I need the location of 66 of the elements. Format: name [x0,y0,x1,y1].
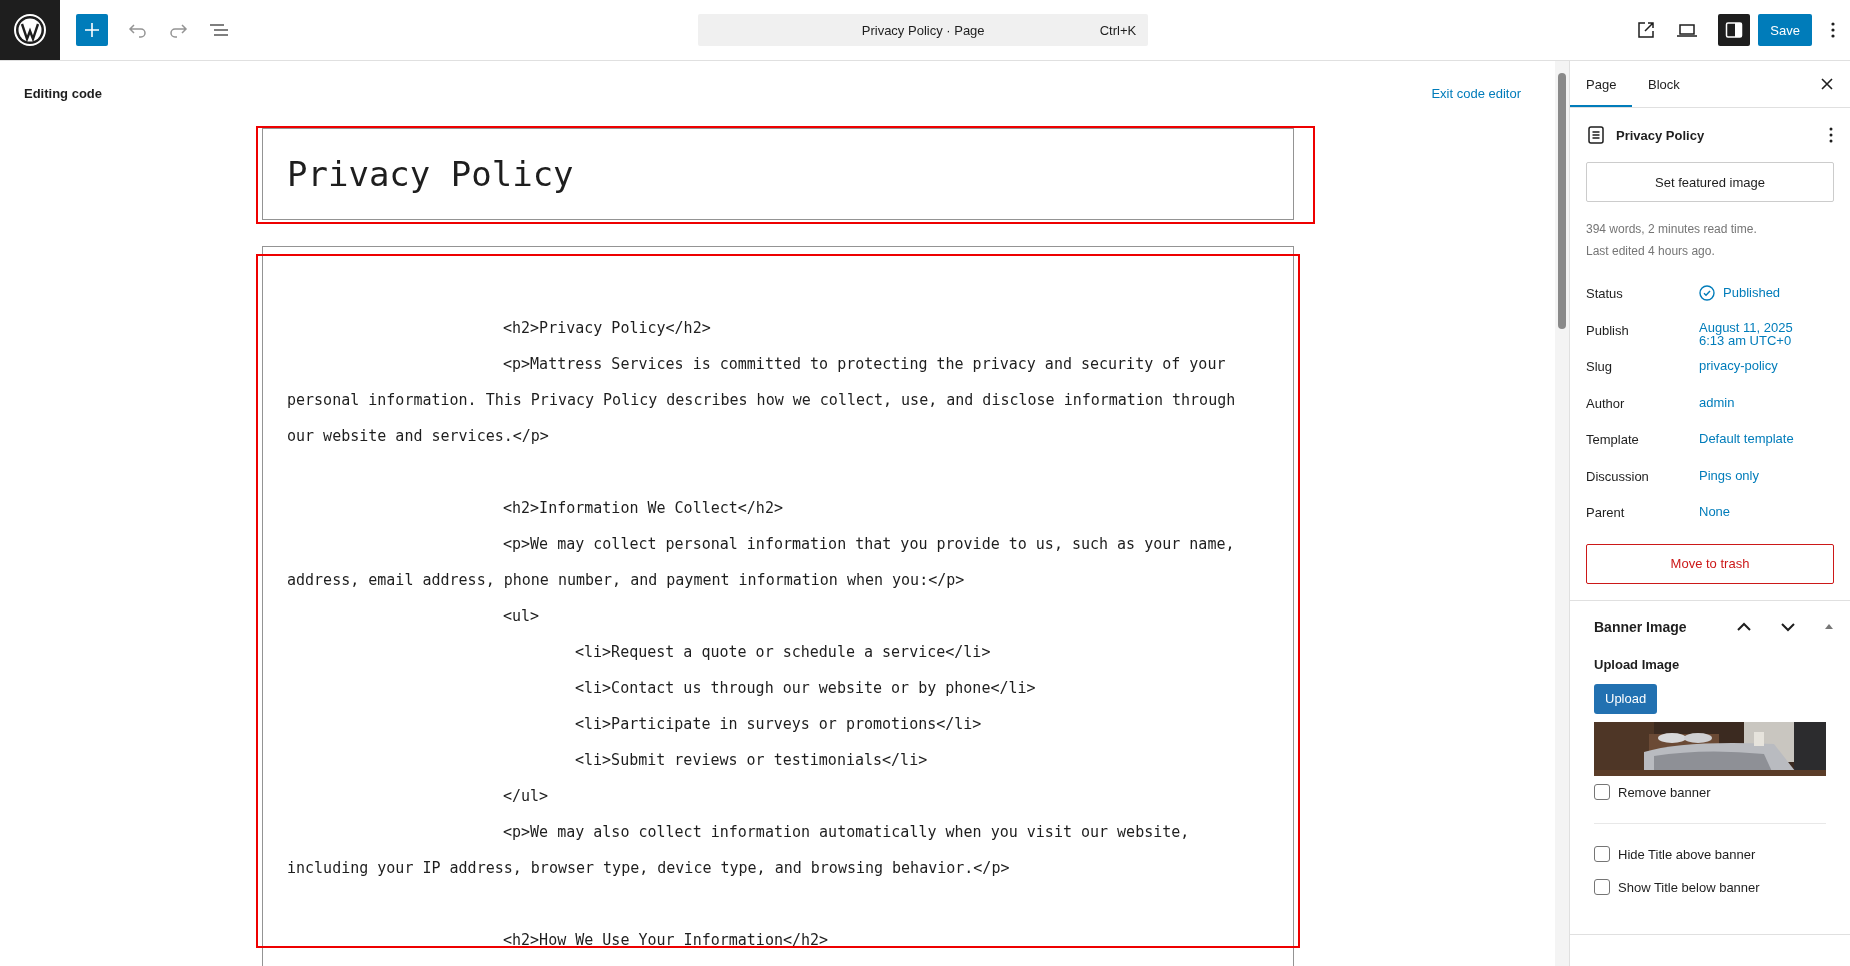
sidebar-icon [1724,20,1745,40]
field-label: Template [1586,431,1640,449]
field-label: Status [1586,285,1624,303]
field-label: Publish [1586,321,1630,340]
checkbox[interactable] [1594,879,1610,895]
code-line: <p>We may collect personal information that you provide to us, such as your name, [503,534,1235,555]
field-value-link[interactable]: Pings only [1699,466,1759,485]
save-button[interactable]: Save [1758,14,1812,46]
page-meta-text: Last edited 4 hours ago. [1586,243,1716,260]
add-block-button[interactable] [76,14,108,46]
close-icon[interactable] [1820,77,1834,91]
page-meta-text: 394 words, 2 minutes read time. [1586,221,1758,238]
external-link-icon[interactable] [1636,20,1657,40]
check-circle-icon [1699,285,1715,301]
publish-date-link[interactable]: August 11, 2025 6:13 am UTC+0 [1699,320,1793,347]
code-line: <p>We may also collect information automatically when you visit our website, [503,822,1190,843]
title-field[interactable]: Privacy Policy [262,128,1294,220]
set-featured-image-button[interactable]: Set featured image [1586,162,1834,202]
code-line: <li>Contact us through our website or by phone</li> [575,678,1036,699]
upload-button[interactable]: Upload [1594,683,1658,714]
panel-title: Banner Image [1594,618,1688,635]
code-line: <p>Mattress Services is committed to protecting the privacy and security of your [503,354,1226,375]
checkbox[interactable] [1594,784,1610,800]
checkbox-label: Show Title below banner [1618,879,1760,895]
code-line: <h2>How We Use Your Information</h2> [503,930,829,951]
scrollbar[interactable] [1555,61,1569,966]
field-label: Slug [1586,358,1614,376]
field-value-link[interactable]: None [1699,503,1731,521]
status-link[interactable]: Published [1723,284,1781,302]
code-line: including your IP address, browser type, device type, and browsing behavior.</p> [287,858,1010,879]
upload-image-label: Upload Image [1594,656,1681,672]
code-line: <ul> [503,606,540,627]
editing-code-label: Editing code [24,85,102,101]
field-label: Discussion [1586,467,1650,486]
page-title: Privacy Policy [1616,127,1706,143]
more-options-icon[interactable] [1830,20,1836,40]
field-label: Author [1586,394,1626,413]
field-value-link[interactable]: admin [1699,393,1735,412]
checkbox-label: Remove banner [1618,784,1711,800]
field-value-link[interactable]: privacy-policy [1699,357,1778,375]
move-to-trash-button[interactable]: Move to trash [1586,543,1834,584]
code-line: <li>Submit reviews or testimonials</li> [575,750,928,771]
code-line: <h2>Privacy Policy</h2> [503,318,711,339]
code-line: <li>Request a quote or schedule a service</li> [575,642,991,663]
sidebar-tab[interactable]: Page [1570,61,1632,107]
field-value-link[interactable]: Default template [1699,430,1794,448]
more-options-icon[interactable] [1828,126,1834,144]
sidebar-tab[interactable]: Block [1632,61,1694,107]
chevron-up-icon[interactable] [1736,621,1752,632]
document-icon [1588,126,1604,144]
exit-code-editor-link[interactable]: Exit code editor [1431,85,1521,101]
code-line: <li>Participate in surveys or promotions</li> [575,714,982,735]
command-bar[interactable]: Privacy Policy · Page Ctrl+K [698,14,1149,46]
chevron-down-icon[interactable] [1780,621,1796,632]
field-label: Parent [1586,504,1626,522]
code-line: personal information. This Privacy Policy describes how we collect, use, and disclose information through [287,390,1236,411]
collapse-toggle-icon[interactable] [1824,623,1834,630]
code-line: our website and services.</p> [287,426,549,447]
code-line: <h2>Information We Collect</h2> [503,498,783,519]
checkbox[interactable] [1594,846,1610,862]
wordpress-logo[interactable] [0,0,60,60]
code-line: address, email address, phone number, and payment information when you:</p> [287,570,965,591]
plus-icon [83,21,101,39]
code-line: </ul> [503,786,549,807]
settings-toggle-button[interactable] [1718,14,1751,46]
checkbox-label: Hide Title above banner [1618,846,1756,862]
